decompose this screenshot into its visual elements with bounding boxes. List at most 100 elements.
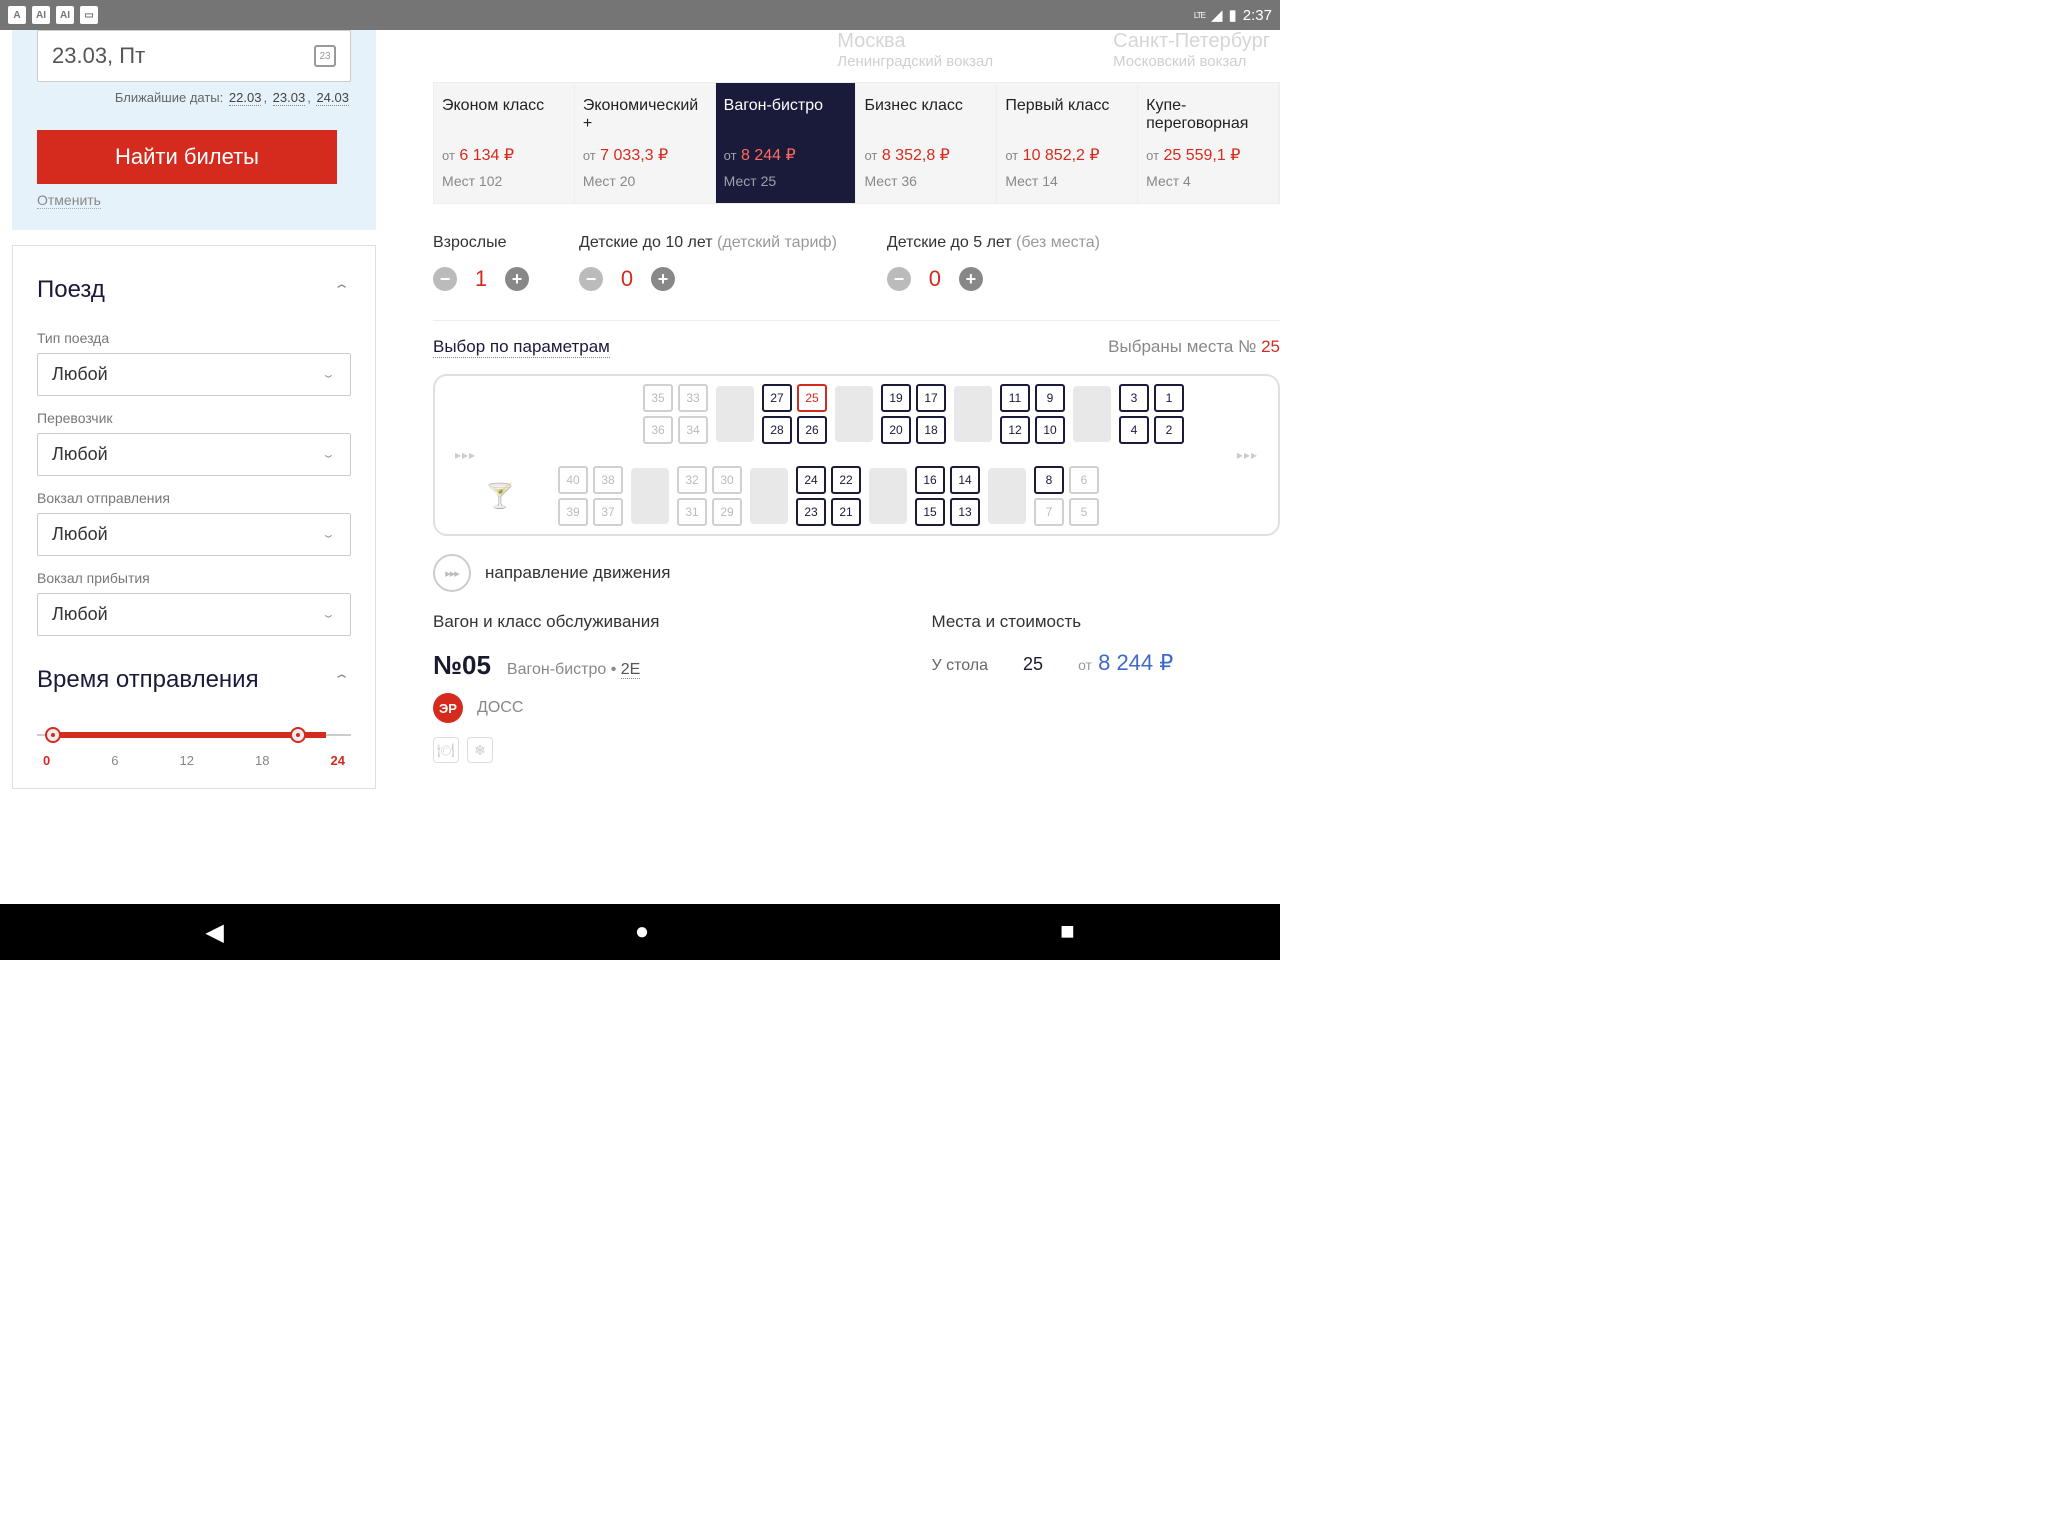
child10-count: 0	[619, 266, 635, 292]
class-tab[interactable]: Экономический + от 7 033,3 ₽ Мест 20	[575, 83, 716, 203]
seat[interactable]: 1	[1154, 384, 1184, 412]
dep-station-label: Вокзал отправления	[37, 490, 351, 506]
child10-label: Детские до 10 лет (детский тариф)	[579, 234, 837, 252]
signal-icon: ◢	[1211, 6, 1223, 24]
child5-plus-button[interactable]: +	[959, 267, 983, 291]
seat[interactable]: 21	[831, 498, 861, 526]
seat[interactable]: 19	[881, 384, 911, 412]
time-filter-toggle[interactable]: Время отправления ⌃	[37, 636, 351, 706]
selected-seats: Выбраны места № 25	[1108, 337, 1280, 358]
class-code-link[interactable]: 2Е	[621, 661, 641, 679]
class-tab[interactable]: Вагон-бистро от 8 244 ₽ Мест 25	[716, 83, 857, 203]
search-button[interactable]: Найти билеты	[37, 130, 337, 184]
seat-table	[750, 468, 788, 524]
recent-button[interactable]: ■	[1060, 918, 1075, 946]
adults-plus-button[interactable]: +	[505, 267, 529, 291]
class-tab[interactable]: Купе-переговорная от 25 559,1 ₽ Мест 4	[1138, 83, 1279, 203]
class-seats: Мест 20	[583, 173, 707, 189]
status-app-icon: A	[8, 6, 26, 24]
seat-table	[869, 468, 907, 524]
seat[interactable]: 23	[796, 498, 826, 526]
er-badge: ЭР	[433, 693, 463, 723]
date-link[interactable]: 24.03	[316, 90, 349, 106]
class-seats: Мест 102	[442, 173, 566, 189]
child5-minus-button[interactable]: −	[887, 267, 911, 291]
slider-thumb-min[interactable]	[45, 727, 61, 743]
class-tab[interactable]: Эконом класс от 6 134 ₽ Мест 102	[434, 83, 575, 203]
seat[interactable]: 22	[831, 466, 861, 494]
seat: 36	[643, 416, 673, 444]
search-panel: 23.03, Пт 23 Ближайшие даты: 22.03, 23.0…	[12, 30, 376, 230]
seat[interactable]: 10	[1035, 416, 1065, 444]
seat-cost-label: Места и стоимость	[932, 612, 1281, 632]
adults-count: 1	[473, 266, 489, 292]
arr-station-select[interactable]: Любой ⌄	[37, 593, 351, 636]
seat[interactable]: 17	[916, 384, 946, 412]
params-link[interactable]: Выбор по параметрам	[433, 337, 610, 358]
date-link[interactable]: 22.03	[229, 90, 262, 106]
seat[interactable]: 18	[916, 416, 946, 444]
seat[interactable]: 15	[915, 498, 945, 526]
seat[interactable]: 12	[1000, 416, 1030, 444]
seat[interactable]: 28	[762, 416, 792, 444]
carrier-label: Перевозчик	[37, 410, 351, 426]
child10-plus-button[interactable]: +	[651, 267, 675, 291]
adults-minus-button[interactable]: −	[433, 267, 457, 291]
car-number: №05	[433, 650, 491, 681]
seat[interactable]: 13	[950, 498, 980, 526]
seat[interactable]: 11	[1000, 384, 1030, 412]
seat: 5	[1069, 498, 1099, 526]
seat[interactable]: 4	[1119, 416, 1149, 444]
seat[interactable]: 25	[797, 384, 827, 412]
seat[interactable]: 27	[762, 384, 792, 412]
seat[interactable]: 2	[1154, 416, 1184, 444]
class-price: от 8 352,8 ₽	[864, 145, 988, 165]
seat-table	[631, 468, 669, 524]
class-name: Купе-переговорная	[1146, 97, 1270, 135]
car-class: Вагон-бистро • 2Е	[507, 661, 640, 679]
seat[interactable]: 14	[950, 466, 980, 494]
seat-table	[835, 386, 873, 442]
carrier-select[interactable]: Любой ⌄	[37, 433, 351, 476]
seat: 39	[558, 498, 588, 526]
date-input[interactable]: 23.03, Пт 23	[37, 30, 351, 82]
seat[interactable]: 3	[1119, 384, 1149, 412]
home-button[interactable]: ●	[635, 918, 650, 946]
time-slider[interactable]	[37, 731, 351, 739]
seat[interactable]: 26	[797, 416, 827, 444]
seat[interactable]: 9	[1035, 384, 1065, 412]
cancel-link[interactable]: Отменить	[37, 192, 101, 209]
class-tabs: Эконом класс от 6 134 ₽ Мест 102Экономич…	[433, 82, 1280, 204]
child5-label: Детские до 5 лет (без места)	[887, 234, 1100, 252]
seat-table	[716, 386, 754, 442]
chevron-down-icon: ⌄	[321, 529, 336, 540]
child10-minus-button[interactable]: −	[579, 267, 603, 291]
class-price: от 7 033,3 ₽	[583, 145, 707, 165]
seat-table	[988, 468, 1026, 524]
status-app-icon: AI	[32, 6, 50, 24]
date-value: 23.03, Пт	[52, 43, 145, 69]
chevron-up-icon: ⌃	[333, 672, 351, 688]
back-button[interactable]: ◀	[205, 918, 223, 947]
seat[interactable]: 8	[1034, 466, 1064, 494]
class-tab[interactable]: Первый класс от 10 852,2 ₽ Мест 14	[997, 83, 1138, 203]
class-tab[interactable]: Бизнес класс от 8 352,8 ₽ Мест 36	[856, 83, 997, 203]
seat[interactable]: 24	[796, 466, 826, 494]
calendar-icon: 23	[314, 45, 336, 67]
android-nav-bar: ◀ ● ■	[0, 904, 1280, 960]
train-type-select[interactable]: Любой ⌄	[37, 353, 351, 396]
seat: 32	[677, 466, 707, 494]
train-filter-toggle[interactable]: Поезд ⌃	[37, 246, 351, 316]
seat[interactable]: 16	[915, 466, 945, 494]
slider-labels: 0 6 12 18 24	[37, 753, 351, 768]
seat: 34	[678, 416, 708, 444]
seat: 30	[712, 466, 742, 494]
child5-count: 0	[927, 266, 943, 292]
date-link[interactable]: 23.03	[273, 90, 306, 106]
seat: 6	[1069, 466, 1099, 494]
chevron-down-icon: ⌄	[321, 609, 336, 620]
seat[interactable]: 20	[881, 416, 911, 444]
slider-thumb-max[interactable]	[290, 727, 306, 743]
clock: 2:37	[1243, 7, 1272, 24]
dep-station-select[interactable]: Любой ⌄	[37, 513, 351, 556]
